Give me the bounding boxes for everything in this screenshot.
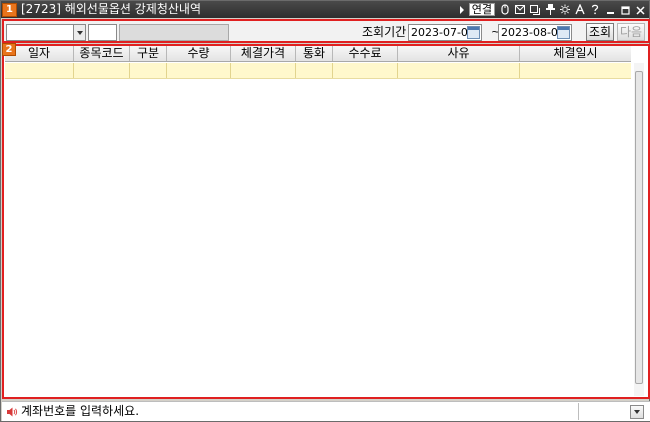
table-cell	[74, 63, 130, 78]
calendar-icon[interactable]	[557, 26, 570, 39]
table-cell	[5, 63, 74, 78]
column-header[interactable]: 통화	[296, 46, 333, 61]
minimize-icon[interactable]	[605, 4, 615, 15]
account-name-display	[119, 24, 229, 41]
chevron-down-icon[interactable]	[73, 25, 85, 40]
column-header[interactable]: 사유	[398, 46, 520, 61]
section-badge: 2	[2, 43, 16, 56]
maximize-icon[interactable]	[620, 4, 630, 15]
app-window: 1 [2723] 해외선물옵션 강제청산내역 연결 조회기간 2023-07-0…	[0, 0, 650, 422]
table-cell	[167, 63, 231, 78]
font-icon[interactable]	[575, 4, 585, 15]
column-header[interactable]: 구분	[130, 46, 167, 61]
table-cell	[333, 63, 398, 78]
period-label: 조회기간	[362, 25, 407, 39]
account-combo[interactable]	[6, 24, 86, 41]
table-cell	[231, 63, 296, 78]
column-header[interactable]: 수량	[167, 46, 231, 61]
mail-icon[interactable]	[515, 4, 525, 15]
copy-icon[interactable]	[530, 4, 540, 15]
status-message: 계좌번호를 입력하세요.	[21, 404, 140, 418]
link-selector[interactable]: 연결	[457, 3, 495, 16]
query-button[interactable]: 조회	[586, 23, 614, 41]
table-cell	[296, 63, 333, 78]
start-date-input[interactable]: 2023-07-03	[408, 24, 482, 41]
end-date-input[interactable]: 2023-08-03	[498, 24, 572, 41]
column-header[interactable]: 종목코드	[74, 46, 130, 61]
next-button[interactable]: 다음	[617, 23, 645, 41]
pin-icon[interactable]	[545, 4, 555, 15]
title-bar: 1 [2723] 해외선물옵션 강제청산내역 연결	[1, 1, 649, 18]
close-icon[interactable]	[635, 4, 645, 15]
results-panel: 일자 종목코드 구분 수량 체결가격 통화 수수료 사유 체결일시	[2, 44, 650, 399]
chevron-down-icon[interactable]	[630, 405, 644, 419]
table-cell	[398, 63, 520, 78]
title-toolbar: 연결	[457, 2, 645, 17]
column-header[interactable]: 수수료	[333, 46, 398, 61]
link-label: 연결	[468, 3, 495, 16]
speaker-icon	[6, 406, 18, 418]
status-divider	[578, 403, 579, 420]
status-bar: 계좌번호를 입력하세요.	[2, 401, 650, 421]
help-icon[interactable]	[590, 4, 600, 15]
mouse-icon[interactable]	[500, 4, 510, 15]
vertical-scrollbar[interactable]	[634, 63, 644, 396]
column-header[interactable]: 체결일시	[520, 46, 631, 61]
column-header[interactable]: 체결가격	[231, 46, 296, 61]
window-number-badge: 1	[2, 3, 17, 17]
table-cell	[520, 63, 631, 78]
end-date-value: 2023-08-03	[501, 26, 565, 39]
start-date-value: 2023-07-03	[411, 26, 475, 39]
table-row[interactable]	[5, 63, 631, 79]
password-field[interactable]	[88, 24, 117, 41]
scrollbar-thumb[interactable]	[635, 71, 643, 384]
search-panel: 조회기간 2023-07-03 ~ 2023-08-03 조회 다음	[2, 19, 650, 43]
settings-icon[interactable]	[560, 4, 570, 15]
window-title: [2723] 해외선물옵션 강제청산내역	[21, 2, 202, 16]
table-cell	[130, 63, 167, 78]
link-arrow-icon	[457, 4, 467, 15]
calendar-icon[interactable]	[467, 26, 480, 39]
grid-header: 일자 종목코드 구분 수량 체결가격 통화 수수료 사유 체결일시	[5, 46, 631, 62]
